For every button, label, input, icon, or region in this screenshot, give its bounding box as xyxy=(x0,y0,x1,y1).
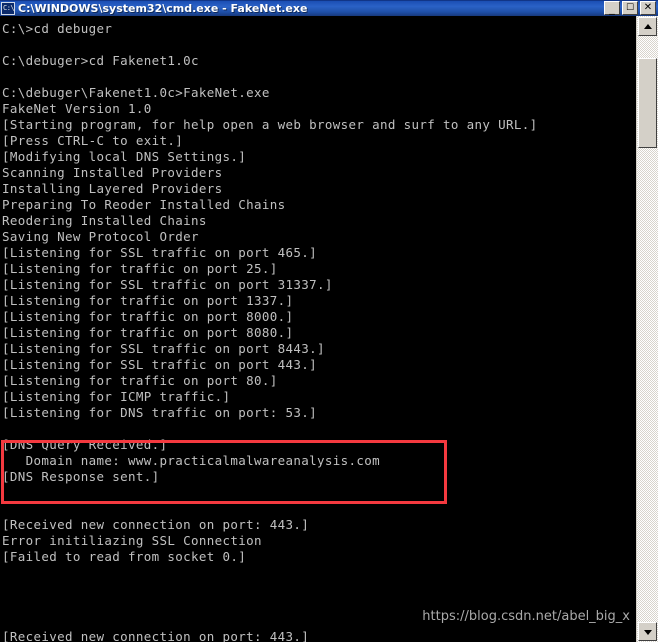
close-button[interactable]: ✕ xyxy=(640,1,656,15)
console-line: Reodering Installed Chains xyxy=(2,213,207,228)
close-icon: ✕ xyxy=(643,2,653,13)
window-controls: _ ☐ ✕ xyxy=(604,1,656,15)
console-line: [Received new connection on port: 443.] xyxy=(2,629,310,642)
minimize-icon: _ xyxy=(609,2,615,15)
console-line: [Listening for traffic on port 8000.] xyxy=(2,309,294,324)
console-line: [Listening for SSL traffic on port 31337… xyxy=(2,277,333,292)
cmd-icon-glyph: C:\ xyxy=(3,3,15,12)
console-line: [Listening for traffic on port 25.] xyxy=(2,261,278,276)
console-line: Installing Layered Providers xyxy=(2,181,223,196)
console-lines: C:\>cd debuger C:\debuger>cd Fakenet1.0c C… xyxy=(2,21,636,642)
console-line: C:\>cd debuger xyxy=(2,21,113,36)
console-line: C:\debuger\Fakenet1.0c>FakeNet.exe xyxy=(2,85,270,100)
console-line: [Listening for ICMP traffic.] xyxy=(2,389,231,404)
console-line: [DNS Response sent.] xyxy=(2,469,160,484)
minimize-button[interactable]: _ xyxy=(604,1,620,15)
console-line: [Received new connection on port: 443.] xyxy=(2,517,310,532)
scroll-up-arrow-icon[interactable] xyxy=(638,17,657,36)
console-line: [Failed to read from socket 0.] xyxy=(2,549,247,564)
console-line: [DNS Query Received.] xyxy=(2,437,168,452)
window-titlebar[interactable]: C:\ C:\WINDOWS\system32\cmd.exe - FakeNe… xyxy=(0,0,658,16)
scrollbar-thumb[interactable] xyxy=(638,58,657,148)
console-line: [Listening for SSL traffic on port 465.] xyxy=(2,245,318,260)
console-line: [Listening for traffic on port 80.] xyxy=(2,373,278,388)
maximize-button[interactable]: ☐ xyxy=(622,1,638,15)
console-line: Scanning Installed Providers xyxy=(2,165,223,180)
console-line: Error initiliazing SSL Connection xyxy=(2,533,262,548)
console-text-container: C:\>cd debuger C:\debuger>cd Fakenet1.0c C… xyxy=(0,16,636,642)
console-line: [Listening for SSL traffic on port 8443.… xyxy=(2,341,325,356)
console-line: [Listening for DNS traffic on port: 53.] xyxy=(2,405,318,420)
console-line: [Listening for traffic on port 1337.] xyxy=(2,293,294,308)
window-title: C:\WINDOWS\system32\cmd.exe - FakeNet.ex… xyxy=(18,1,308,15)
console-line: [Press CTRL-C to exit.] xyxy=(2,133,184,148)
console-line: [Starting program, for help open a web b… xyxy=(2,117,538,132)
console-line: FakeNet Version 1.0 xyxy=(2,101,152,116)
console-line: Saving New Protocol Order xyxy=(2,229,199,244)
cmd-system-icon[interactable]: C:\ xyxy=(1,1,15,15)
console-line: Domain name: www.practicalmalwareanalysi… xyxy=(2,453,381,468)
console-line: [Modifying local DNS Settings.] xyxy=(2,149,247,164)
console-line: [Listening for SSL traffic on port 443.] xyxy=(2,357,318,372)
console-line: [Listening for traffic on port 8080.] xyxy=(2,325,294,340)
maximize-icon: ☐ xyxy=(625,3,635,13)
console-line: Preparing To Reoder Installed Chains xyxy=(2,197,286,212)
watermark-text: https://blog.csdn.net/abel_big_x xyxy=(422,609,630,624)
console-output-area[interactable]: C:\>cd debuger C:\debuger>cd Fakenet1.0c C… xyxy=(0,16,636,642)
console-line: C:\debuger>cd Fakenet1.0c xyxy=(2,53,199,68)
cmd-window: C:\ C:\WINDOWS\system32\cmd.exe - FakeNe… xyxy=(0,0,658,642)
scroll-down-arrow-icon[interactable] xyxy=(638,622,657,641)
vertical-scrollbar[interactable] xyxy=(636,16,658,642)
